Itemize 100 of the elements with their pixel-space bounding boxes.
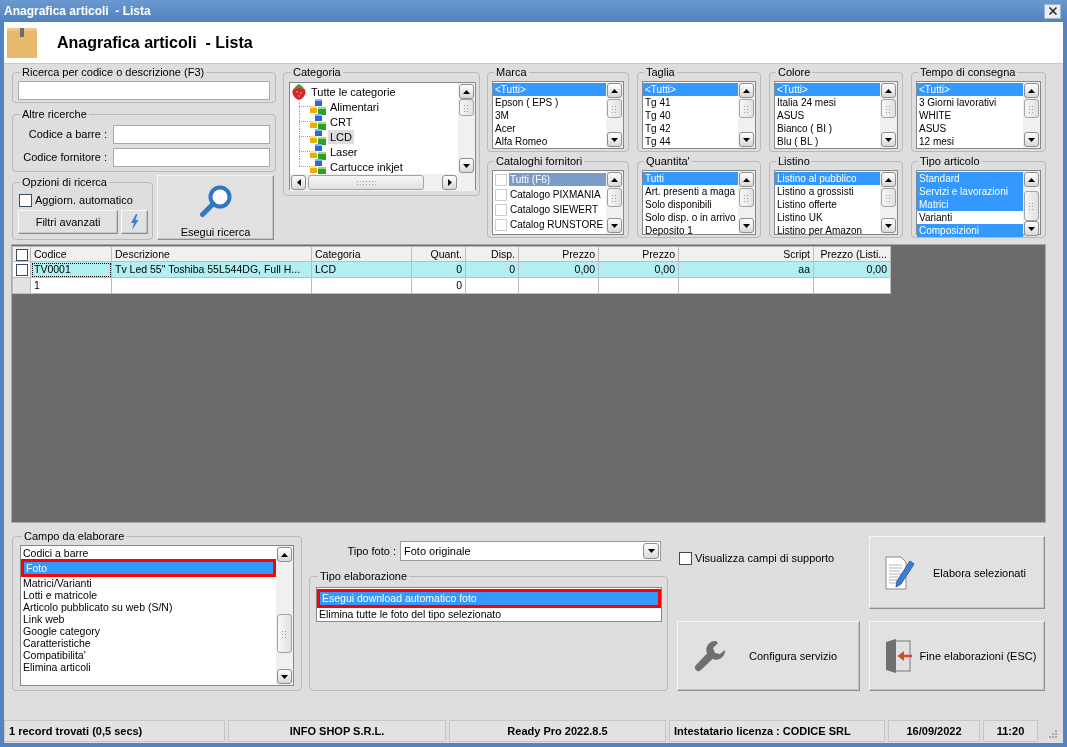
scroll-up-button[interactable] xyxy=(607,172,622,187)
list-box[interactable]: Standard Servizi e lavorazioni Matrici Varianti Composizioni xyxy=(916,170,1041,235)
vertical-scrollbar[interactable] xyxy=(1023,171,1040,234)
list-item[interactable]: Listino a grossisti xyxy=(775,185,880,198)
column-header[interactable]: Prezzo xyxy=(518,246,599,262)
tree-view[interactable]: Tutte le categorie Alimentari CRT LCD Laser Cartucce inkjet xyxy=(289,82,476,190)
scroll-down-button[interactable] xyxy=(881,218,896,233)
scroll-thumb[interactable] xyxy=(277,614,292,653)
vertical-scrollbar[interactable] xyxy=(606,171,623,234)
vertical-scrollbar[interactable] xyxy=(738,82,755,148)
list-item[interactable]: Varianti xyxy=(917,211,1023,224)
list-item[interactable]: WHITE xyxy=(917,109,1023,122)
horizontal-scrollbar[interactable] xyxy=(290,174,458,191)
scroll-up-button[interactable] xyxy=(277,547,292,562)
scroll-thumb[interactable] xyxy=(1024,191,1039,221)
scroll-up-button[interactable] xyxy=(739,83,754,98)
vertical-scrollbar[interactable] xyxy=(880,171,897,234)
vertical-scrollbar[interactable] xyxy=(738,171,755,234)
configure-button[interactable]: Configura servizio xyxy=(677,621,860,691)
scroll-thumb[interactable] xyxy=(881,99,896,118)
column-header[interactable]: Prezzo xyxy=(598,246,679,262)
scroll-up-button[interactable] xyxy=(739,172,754,187)
list-item[interactable]: Listino UK xyxy=(775,211,880,224)
column-header[interactable]: Codice xyxy=(30,246,112,262)
scroll-down-button[interactable] xyxy=(277,669,292,684)
list-item[interactable]: Elimina tutte le foto del tipo selezionato xyxy=(317,608,661,621)
list-box[interactable]: <Tutti> 3 Giorni lavorativi WHITE ASUS 12 mesi xyxy=(916,81,1041,149)
list-item[interactable]: Codici a barre xyxy=(21,547,276,559)
lightning-button[interactable] xyxy=(121,210,148,234)
list-item[interactable]: Solo disponibili xyxy=(643,198,738,211)
filters-button[interactable]: Filtri avanzati xyxy=(18,210,119,234)
scroll-right-button[interactable] xyxy=(442,175,457,190)
scroll-thumb[interactable] xyxy=(1024,99,1039,118)
dropdown[interactable]: Foto originale xyxy=(400,541,661,561)
scroll-down-button[interactable] xyxy=(1024,132,1039,147)
scroll-down-button[interactable] xyxy=(881,132,896,147)
scroll-up-button[interactable] xyxy=(459,84,474,99)
scroll-thumb[interactable] xyxy=(739,99,754,118)
scroll-thumb[interactable] xyxy=(881,188,896,207)
scroll-thumb[interactable] xyxy=(607,188,622,207)
list-item[interactable]: Tg 42 xyxy=(643,122,738,135)
scroll-up-button[interactable] xyxy=(1024,172,1039,187)
scroll-thumb[interactable] xyxy=(308,175,424,190)
list-item[interactable]: Deposito 1 xyxy=(643,224,738,237)
resize-grip-icon[interactable] xyxy=(1049,730,1057,738)
vertical-scrollbar[interactable] xyxy=(276,546,293,685)
list-item[interactable]: Art. presenti a maga xyxy=(643,185,738,198)
list-item[interactable]: Italia 24 mesi xyxy=(775,96,880,109)
list-box[interactable]: Tutti Art. presenti a maga Solo disponibili Solo disp. o in arrivo Deposito 1 xyxy=(642,170,756,235)
scroll-down-button[interactable] xyxy=(739,132,754,147)
list-item[interactable]: Elimina articoli xyxy=(21,661,276,673)
exit-button[interactable]: Fine elaborazioni (ESC) xyxy=(869,621,1045,691)
list-item[interactable]: Catalog RUNSTORE xyxy=(509,218,606,231)
scroll-up-button[interactable] xyxy=(881,172,896,187)
text-field[interactable] xyxy=(113,125,270,144)
scroll-down-button[interactable] xyxy=(1024,221,1039,236)
vertical-scrollbar[interactable] xyxy=(880,82,897,148)
close-button[interactable] xyxy=(1044,3,1061,19)
list-item[interactable]: Listino per Amazon xyxy=(775,224,880,237)
tree-item[interactable]: Alimentari xyxy=(328,99,381,114)
scroll-left-button[interactable] xyxy=(291,175,306,190)
list-item[interactable]: Tg 44 xyxy=(643,135,738,148)
checkbox[interactable] xyxy=(679,552,692,565)
checkbox-label[interactable]: Visualizza campi di supporto xyxy=(695,552,835,565)
process-button[interactable]: Elabora selezionati xyxy=(869,536,1045,609)
search-button[interactable]: Esegui ricerca xyxy=(157,175,274,240)
column-header[interactable]: Descrizione xyxy=(111,246,312,262)
tree-item[interactable]: CRT xyxy=(328,114,355,129)
list-item[interactable]: Alfa Romeo xyxy=(493,135,606,148)
list-item[interactable]: Catalogo SIEWERT xyxy=(509,203,606,216)
tree-item[interactable]: LCD xyxy=(328,129,354,144)
column-header[interactable]: Prezzo (Listi... xyxy=(813,246,891,262)
column-header[interactable]: Quant. xyxy=(411,246,466,262)
list-box[interactable]: Tutti (F6) Catalogo PIXMANIA Catalogo SIEWERT Catalog RUNSTORE xyxy=(492,170,624,235)
list-box[interactable]: Listino al pubblico Listino a grossisti Listino offerte Listino UK Listino per Amazon xyxy=(774,170,898,235)
list-item[interactable]: Articolo pubblicato su web (S/N) xyxy=(21,601,276,613)
scroll-thumb[interactable] xyxy=(459,99,474,116)
list-item[interactable]: Solo disp. o in arrivo xyxy=(643,211,738,224)
column-header[interactable]: Disp. xyxy=(465,246,519,262)
tree-item[interactable]: Cartucce inkjet xyxy=(328,159,405,174)
scroll-down-button[interactable] xyxy=(459,158,474,173)
list-item[interactable]: Catalogo PIXMANIA xyxy=(509,188,606,201)
scroll-up-button[interactable] xyxy=(881,83,896,98)
checkbox[interactable] xyxy=(19,194,32,207)
list-item[interactable]: 3 Giorni lavorativi xyxy=(917,96,1023,109)
list-item[interactable]: Tg 41 xyxy=(643,96,738,109)
dropdown-button[interactable] xyxy=(643,543,659,559)
list-item[interactable]: Epson ( EPS ) xyxy=(493,96,606,109)
column-header[interactable]: Categoria xyxy=(311,246,412,262)
tree-item[interactable]: Laser xyxy=(328,144,360,159)
text-field[interactable] xyxy=(113,148,270,167)
checkbox-label[interactable]: Aggiorn. automatico xyxy=(35,194,133,207)
list-box[interactable]: Esegui download automatico foto Elimina tutte le foto del tipo selezionato xyxy=(316,587,662,622)
vertical-scrollbar[interactable] xyxy=(458,83,475,174)
column-header[interactable]: Script xyxy=(678,246,814,262)
list-box[interactable]: <Tutti> Epson ( EPS ) 3M Acer Alfa Romeo xyxy=(492,81,624,149)
scroll-up-button[interactable] xyxy=(1024,83,1039,98)
list-item[interactable]: Caratteristiche xyxy=(21,637,276,649)
list-item[interactable]: Compatibilita' xyxy=(21,649,276,661)
tree-item[interactable]: Tutte le categorie xyxy=(309,84,398,99)
